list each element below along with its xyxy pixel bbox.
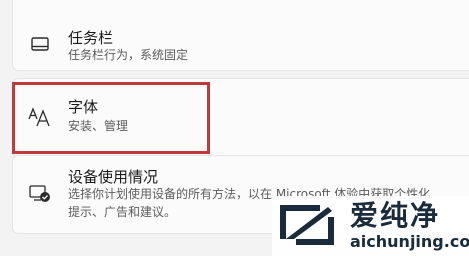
watermark-logo-icon bbox=[276, 199, 338, 255]
device-usage-icon bbox=[29, 184, 51, 204]
device-usage-title: 设备使用情况 bbox=[68, 168, 159, 186]
taskbar-icon bbox=[30, 34, 50, 54]
fonts-title: 字体 bbox=[68, 98, 99, 116]
font-icon bbox=[27, 106, 53, 128]
taskbar-title: 任务栏 bbox=[68, 29, 114, 47]
fonts-subtitle: 安装、管理 bbox=[68, 119, 129, 133]
watermark-url: aichunjing.com bbox=[350, 232, 469, 251]
fonts-setting-card[interactable]: 字体 安装、管理 › bbox=[12, 78, 469, 158]
watermark: 爱纯净 aichunjing.com bbox=[272, 196, 469, 256]
taskbar-setting-card[interactable]: 任务栏 任务栏行为，系统固定 › bbox=[12, 0, 469, 71]
device-usage-subtitle-line2: 提示、广告和建议。 bbox=[68, 205, 177, 219]
taskbar-subtitle: 任务栏行为，系统固定 bbox=[68, 48, 189, 62]
watermark-name: 爱纯净 bbox=[350, 199, 441, 232]
